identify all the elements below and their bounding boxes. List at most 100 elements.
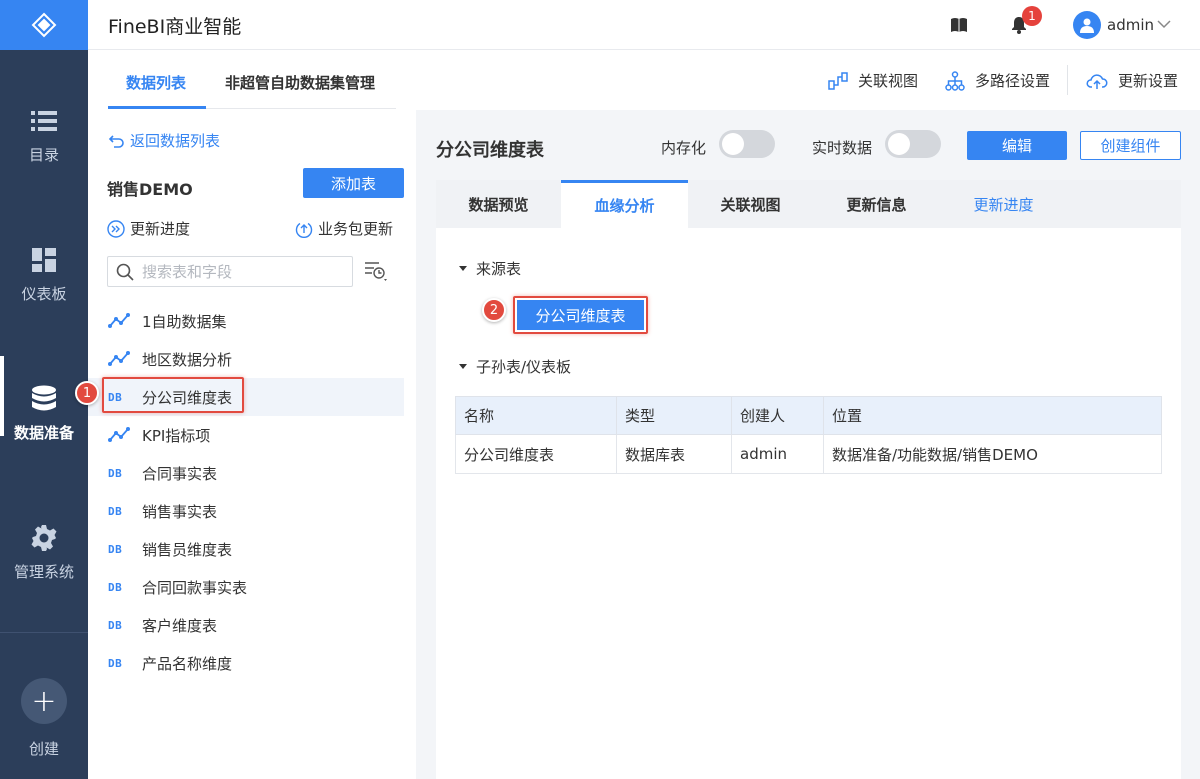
tab-lineage-analysis[interactable]: 血缘分析 — [561, 180, 688, 228]
tree-item-label: 客户维度表 — [142, 616, 218, 635]
tree-item[interactable]: KPI指标项 — [88, 416, 404, 454]
avatar[interactable] — [1073, 11, 1101, 39]
tree-item[interactable]: DB 客户维度表 — [88, 606, 404, 644]
tree-item-label: 合同事实表 — [142, 464, 218, 483]
search-icon — [116, 263, 134, 281]
column-header-name: 名称 — [455, 396, 617, 435]
tree-item[interactable]: DB 销售员维度表 — [88, 530, 404, 568]
nav-label-catalog: 目录 — [28, 146, 59, 164]
tab-update-progress[interactable]: 更新进度 — [940, 180, 1067, 228]
table-header-row: 名称 类型 创建人 位置 — [455, 396, 1162, 435]
db-tag: DB — [108, 656, 123, 670]
source-table-node[interactable]: 分公司维度表 — [517, 300, 644, 330]
db-tag: DB — [108, 580, 123, 594]
cell-location: 数据准备/功能数据/销售DEMO — [823, 434, 1162, 474]
tree-item-label: 产品名称维度 — [142, 654, 233, 673]
package-update-button[interactable]: 业务包更新 — [295, 218, 393, 239]
relation-view-button[interactable]: 关联视图 — [828, 70, 918, 91]
page-title: 分公司维度表 — [436, 140, 544, 161]
active-tab-underline — [108, 106, 206, 109]
tree-item[interactable]: DB 销售事实表 — [88, 492, 404, 530]
table-row[interactable]: 分公司维度表 数据库表 admin 数据准备/功能数据/销售DEMO — [455, 434, 1162, 474]
db-table-icon: DB — [108, 619, 130, 632]
plus-icon: + — [21, 678, 67, 724]
back-arrow-icon — [108, 134, 124, 148]
nav-item-dashboard[interactable]: 仪表板 — [0, 243, 88, 304]
book-icon[interactable] — [950, 17, 968, 33]
children-section-label: 子孙表/仪表板 — [476, 358, 572, 376]
tree-item[interactable]: DB 合同事实表 — [88, 454, 404, 492]
add-table-button[interactable]: 添加表 — [303, 168, 404, 198]
nav-label-create: 创建 — [28, 740, 59, 758]
package-name: 销售DEMO — [107, 180, 193, 199]
create-component-button[interactable]: 创建组件 — [1080, 131, 1181, 160]
back-to-data-list-link[interactable]: 返回数据列表 — [108, 130, 220, 151]
sub-bar: 数据列表 非超管自助数据集管理 关联视图 多路径设置 更新设置 — [88, 50, 1200, 110]
filter-sort-icon[interactable] — [364, 260, 390, 284]
realtime-label: 实时数据 — [812, 139, 873, 157]
update-progress-button[interactable]: 更新进度 — [107, 218, 190, 239]
search-input[interactable] — [142, 262, 342, 281]
upload-circle-icon — [295, 222, 313, 238]
finebi-logo-icon — [31, 12, 57, 38]
multipath-settings-label: 多路径设置 — [975, 72, 1051, 90]
self-dataset-icon — [108, 351, 130, 367]
realtime-toggle[interactable] — [885, 130, 941, 158]
edit-button[interactable]: 编辑 — [967, 131, 1067, 160]
gear-icon — [31, 521, 57, 555]
relation-view-label: 关联视图 — [858, 72, 919, 90]
caret-down-icon — [459, 265, 467, 271]
tab-data-list[interactable]: 数据列表 — [126, 72, 186, 93]
logo[interactable] — [0, 0, 88, 50]
caret-down-icon — [459, 363, 467, 369]
tree-item[interactable]: DB 产品名称维度 — [88, 644, 404, 682]
tree-item-label: 销售事实表 — [142, 502, 218, 521]
notification-badge: 1 — [1022, 6, 1042, 26]
tree-item-label: 地区数据分析 — [142, 350, 233, 369]
multipath-icon — [945, 70, 965, 91]
column-header-creator: 创建人 — [731, 396, 824, 435]
db-tag: DB — [108, 542, 123, 556]
in-memory-toggle[interactable] — [719, 130, 775, 158]
left-panel: 返回数据列表 销售DEMO 添加表 更新进度 业务包更新 1自助数据集地区数据分… — [88, 110, 520, 779]
nav-item-admin[interactable]: 管理系统 — [0, 521, 88, 582]
db-tag: DB — [108, 466, 123, 480]
tab-self-dataset-management[interactable]: 非超管自助数据集管理 — [225, 72, 375, 93]
step-badge-2: 2 — [482, 298, 506, 322]
fast-forward-circle-icon — [107, 219, 125, 238]
self-dataset-icon — [108, 313, 130, 329]
children-section-header[interactable]: 子孙表/仪表板 — [458, 356, 571, 377]
step-badge-1: 1 — [75, 381, 99, 405]
db-table-icon: DB — [108, 505, 130, 518]
tab-update-info[interactable]: 更新信息 — [813, 180, 940, 228]
main-panel: 分公司维度表 内存化 实时数据 编辑 创建组件 数据预览 血缘分析 关联视图 更… — [416, 110, 1200, 779]
tree-item-label: 合同回款事实表 — [142, 578, 248, 597]
update-progress-label: 更新进度 — [130, 220, 191, 238]
list-icon — [31, 104, 57, 138]
db-tag: DB — [108, 504, 123, 518]
nav-label-dashboard: 仪表板 — [21, 285, 67, 303]
action-separator — [1067, 65, 1068, 95]
app-title: FineBI商业智能 — [108, 16, 242, 38]
tree-item[interactable]: 地区数据分析 — [88, 340, 404, 378]
chevron-down-icon[interactable] — [1156, 16, 1172, 32]
update-settings-label: 更新设置 — [1118, 72, 1179, 90]
source-section-header[interactable]: 来源表 — [458, 258, 521, 279]
nav-label-data-prep: 数据准备 — [13, 424, 74, 442]
package-update-label: 业务包更新 — [318, 220, 394, 238]
nav-item-create[interactable]: + 创建 — [0, 678, 88, 759]
dashboard-icon — [32, 243, 56, 277]
tree-item[interactable]: 1自助数据集 — [88, 302, 404, 340]
update-settings-button[interactable]: 更新设置 — [1086, 70, 1178, 91]
lineage-panel: 来源表 分公司维度表 2 子孙表/仪表板 名称 类型 创建人 位置 分公司维度表… — [436, 228, 1181, 779]
multipath-settings-button[interactable]: 多路径设置 — [945, 70, 1050, 91]
tab-relation-view[interactable]: 关联视图 — [688, 180, 813, 228]
relation-view-icon — [828, 71, 848, 90]
nav-item-catalog[interactable]: 目录 — [0, 104, 88, 165]
tree-item[interactable]: DB 合同回款事实表 — [88, 568, 404, 606]
user-name[interactable]: admin — [1107, 16, 1154, 34]
cloud-update-icon — [1086, 73, 1108, 89]
nav-divider — [0, 632, 88, 633]
database-icon — [31, 382, 57, 416]
tab-data-preview[interactable]: 数据预览 — [436, 180, 561, 228]
